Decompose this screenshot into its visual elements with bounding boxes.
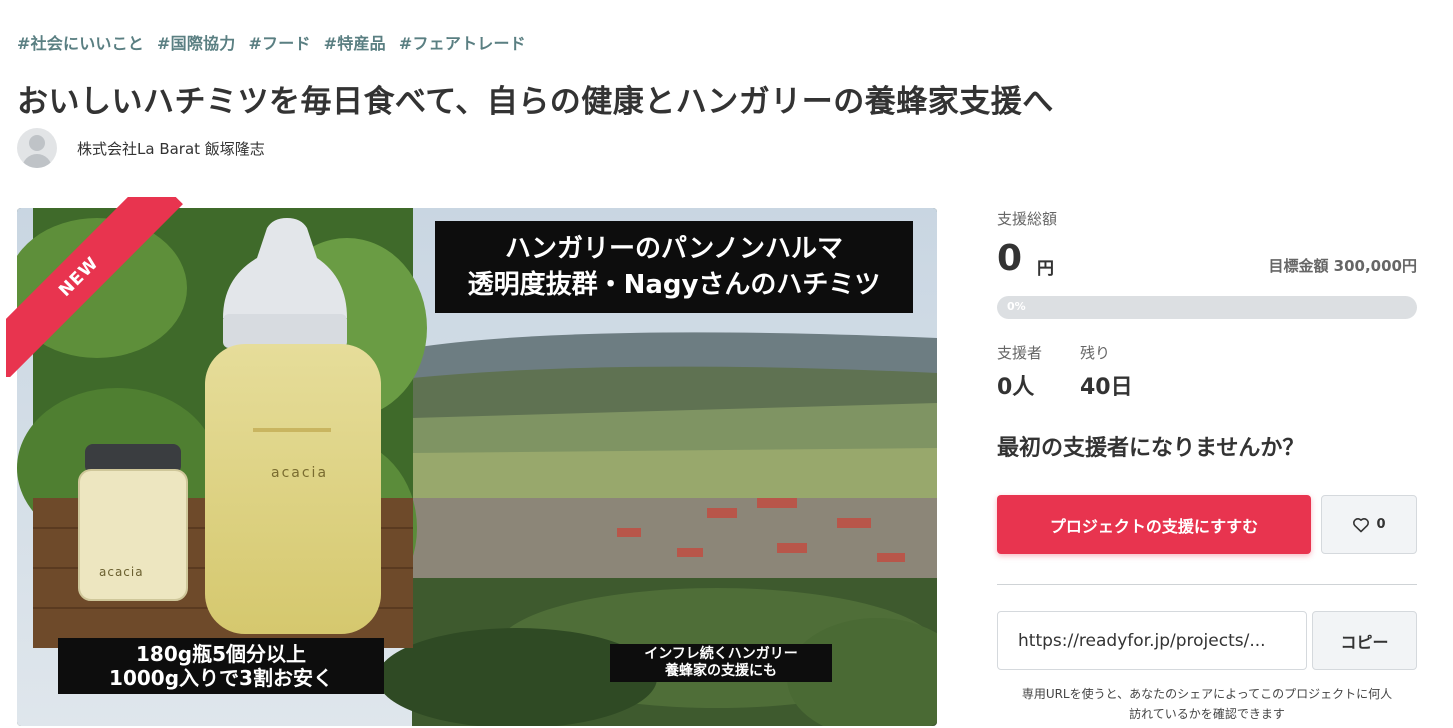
remaining-stat: 残り 40日 [1080,342,1133,401]
caption-left-line-1: 180g瓶5個分以上 [136,642,306,666]
favorite-button[interactable]: 0 [1321,495,1417,554]
share-note: 専用URLを使うと、あなたのシェアによってこのプロジェクトに何人訪れているかを確… [1021,687,1393,721]
tag-international[interactable]: #国際協力 [157,30,235,54]
remaining-label: 残り [1080,344,1111,362]
bottle-label: acacia [271,465,329,481]
progress-percent: 0% [1007,300,1026,313]
project-owner[interactable]: 株式会社La Barat 飯塚隆志 [17,128,265,168]
page-title: おいしいハチミツを毎日食べて、自らの健康とハンガリーの養蜂家支援へ [17,84,1054,120]
hero-caption-right: インフレ続くハンガリー 養蜂家の支援にも [610,644,832,682]
first-supporter-prompt: 最初の支援者になりませんか？ [997,436,1305,461]
avatar[interactable] [17,128,57,168]
supporters-stat: 支援者 0人 [997,342,1042,401]
caption-right-line-1: インフレ続くハンガリー [644,646,798,662]
caption-right-line-2: 養蜂家の支援にも [665,663,777,679]
support-project-button[interactable]: プロジェクトの支援にすすむ [997,495,1311,554]
tag-social-good[interactable]: #社会にいいこと [17,30,144,54]
owner-name[interactable]: 株式会社La Barat 飯塚隆志 [77,138,265,159]
supporters-count: 0人 [997,375,1035,400]
small-jar-label: acacia [99,565,144,579]
heart-icon [1353,517,1370,532]
tag-fair-trade[interactable]: #フェアトレード [399,30,526,54]
share-url-input[interactable] [997,611,1307,670]
tag-list: #社会にいいこと #国際協力 #フード #特産品 #フェアトレード [17,30,526,54]
supporters-label: 支援者 [997,344,1043,362]
total-label: 支援総額 [997,210,1058,228]
funding-panel: 支援総額 0 円 目標金額 300,000円 0% 支援者 0人 残り 40日 … [997,208,1417,721]
copy-url-button[interactable]: コピー [1312,611,1417,670]
hero-caption-left: 180g瓶5個分以上 1000g入りで3割お安く [58,638,384,694]
progress-bar: 0% [997,296,1417,319]
tag-local-products[interactable]: #特産品 [324,30,386,54]
caption-left-line-2: 1000g入りで3割お安く [109,666,333,690]
tag-food[interactable]: #フード [248,30,310,54]
goal-amount: 目標金額 300,000円 [1268,257,1417,275]
hero-caption-top: ハンガリーのパンノンハルマ 透明度抜群・Nagyさんのハチミツ [435,221,913,313]
currency-unit: 円 [1037,259,1054,279]
remaining-days: 40日 [1080,375,1133,400]
divider [997,584,1417,585]
caption-top-line-2: 透明度抜群・Nagyさんのハチミツ [467,270,881,300]
amount-row: 0 円 目標金額 300,000円 [997,238,1417,279]
favorite-count: 0 [1376,517,1386,532]
funding-amount: 0 [997,238,1023,279]
caption-top-line-1: ハンガリーのパンノンハルマ [504,234,843,264]
